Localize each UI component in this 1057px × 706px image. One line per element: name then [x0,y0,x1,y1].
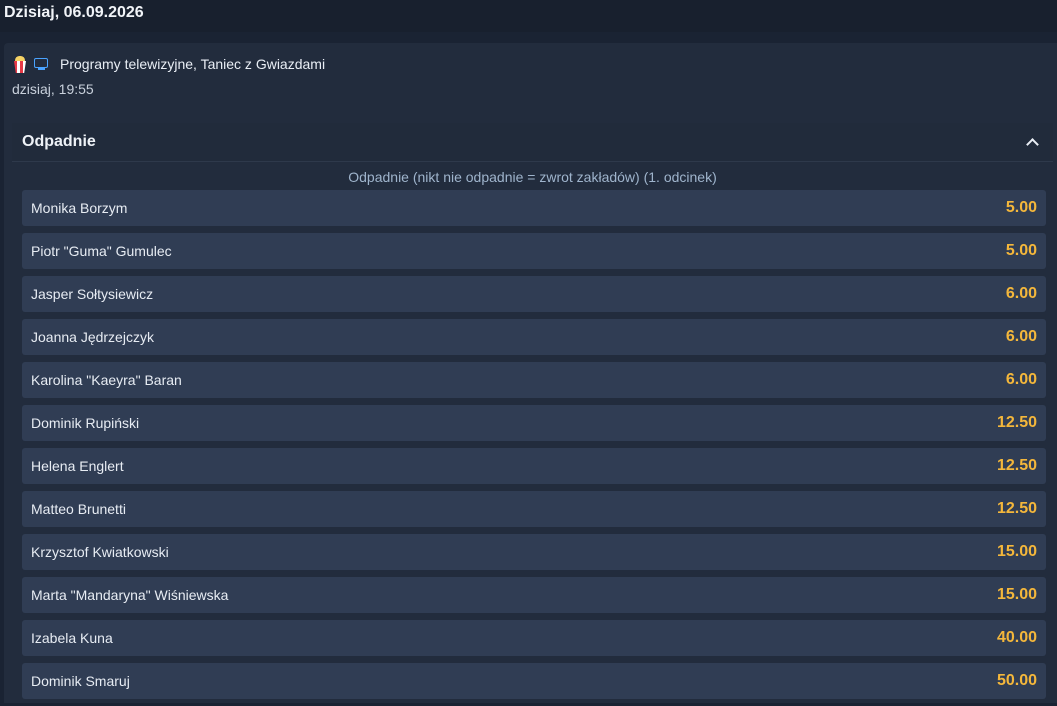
event-header: Programy telewizyjne, Taniec z Gwiazdami… [4,43,1057,97]
selection-odd[interactable]: 6.00 [1006,285,1037,303]
selection-row[interactable]: Monika Borzym 5.00 [22,190,1046,226]
selection-odd[interactable]: 12.50 [997,414,1037,432]
selection-odd[interactable]: 12.50 [997,457,1037,475]
tv-icon [34,58,48,70]
selection-row[interactable]: Izabela Kuna 40.00 [22,620,1046,656]
selection-row[interactable]: Dominik Rupiński 12.50 [22,405,1046,441]
selection-odd[interactable]: 15.00 [997,543,1037,561]
selection-name: Karolina "Kaeyra" Baran [31,372,182,388]
selection-row[interactable]: Helena Englert 12.50 [22,448,1046,484]
chevron-up-icon[interactable] [1027,137,1037,147]
event-time: dzisiaj, 19:55 [12,81,94,97]
selection-row[interactable]: Karolina "Kaeyra" Baran 6.00 [22,362,1046,398]
market-name: Odpadnie [22,133,96,150]
selection-name: Matteo Brunetti [31,501,126,517]
selection-odd[interactable]: 50.00 [997,672,1037,690]
selection-name: Krzysztof Kwiatkowski [31,544,169,560]
event-title[interactable]: Programy telewizyjne, Taniec z Gwiazdami [60,56,325,72]
selection-row[interactable]: Matteo Brunetti 12.50 [22,491,1046,527]
selection-odd[interactable]: 15.00 [997,586,1037,604]
selection-row[interactable]: Dominik Smaruj 50.00 [22,663,1046,699]
selection-row[interactable]: Marta "Mandaryna" Wiśniewska 15.00 [22,577,1046,613]
selection-odd[interactable]: 5.00 [1006,242,1037,260]
selection-odd[interactable]: 40.00 [997,629,1037,647]
selection-row[interactable]: Krzysztof Kwiatkowski 15.00 [22,534,1046,570]
selection-odd[interactable]: 5.00 [1006,199,1037,217]
selection-row[interactable]: Joanna Jędrzejczyk 6.00 [22,319,1046,355]
market-subtitle: Odpadnie (nikt nie odpadnie = zwrot zakł… [348,169,717,185]
selection-name: Dominik Rupiński [31,415,140,431]
selection-name: Joanna Jędrzejczyk [31,329,154,345]
selection-row[interactable]: Piotr "Guma" Gumulec 5.00 [22,233,1046,269]
market-section: Odpadnie Odpadnie (nikt nie odpadnie = z… [12,123,1053,706]
selection-odd[interactable]: 12.50 [997,500,1037,518]
selection-name: Piotr "Guma" Gumulec [31,243,172,259]
selection-name: Monika Borzym [31,200,128,216]
selection-name: Marta "Mandaryna" Wiśniewska [31,587,229,603]
event-card: Programy telewizyjne, Taniec z Gwiazdami… [4,43,1057,703]
selection-name: Helena Englert [31,458,124,474]
selection-odd[interactable]: 6.00 [1006,328,1037,346]
selection-odd[interactable]: 6.00 [1006,371,1037,389]
date-header: Dzisiaj, 06.09.2026 [0,0,1057,32]
selection-row[interactable]: Jasper Sołtysiewicz 6.00 [22,276,1046,312]
selection-name: Jasper Sołtysiewicz [31,286,154,302]
event-title-row: Programy telewizyjne, Taniec z Gwiazdami [12,53,1049,75]
selections-list: Monika Borzym 5.00 Piotr "Guma" Gumulec 5.0… [12,190,1053,699]
selection-name: Izabela Kuna [31,630,113,646]
selection-name: Dominik Smaruj [31,673,130,689]
popcorn-icon [12,55,28,73]
market-header[interactable]: Odpadnie [12,123,1053,162]
